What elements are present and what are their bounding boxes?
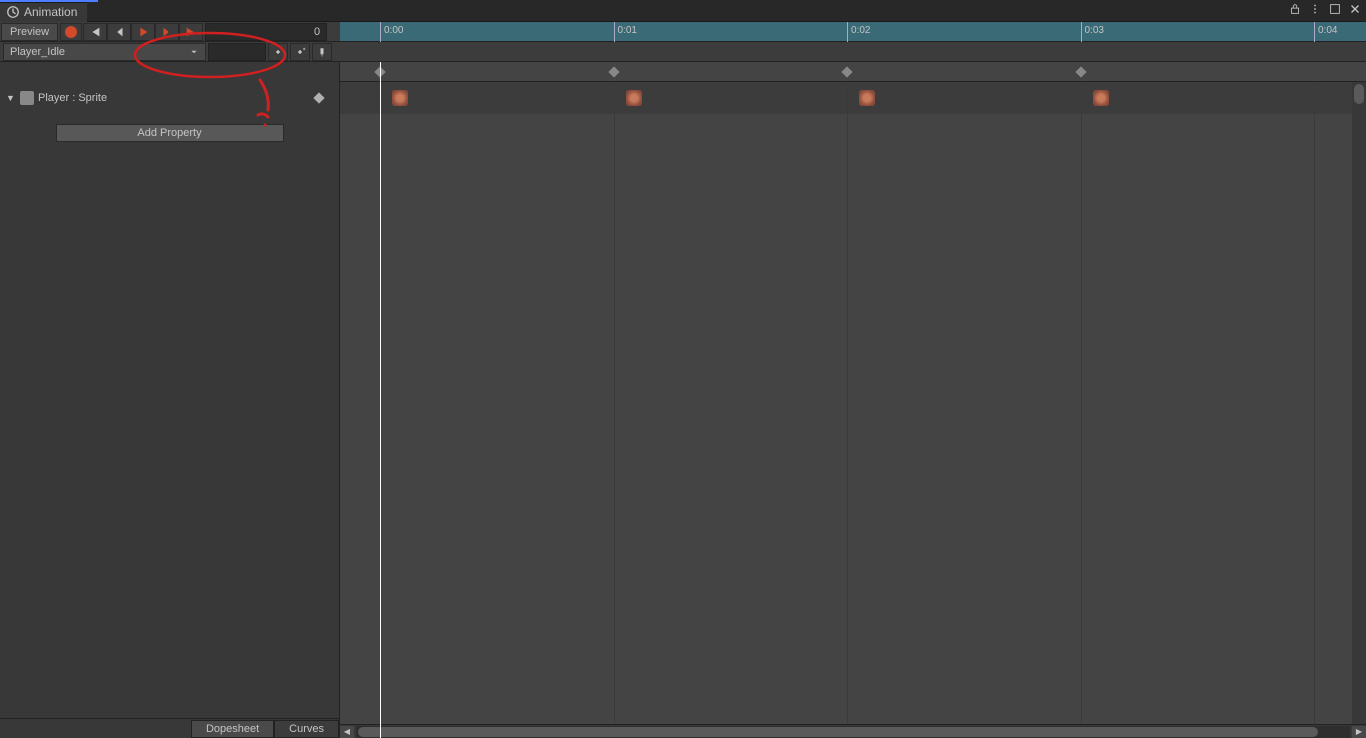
dopesheet-tab[interactable]: Dopesheet [191, 720, 274, 738]
frame-line [847, 82, 848, 114]
lock-icon[interactable] [1288, 2, 1302, 16]
property-panel: ▼ Player : Sprite Add Property Dopesheet… [0, 62, 340, 738]
window-controls [1288, 2, 1362, 16]
sprite-keyframe-thumb[interactable] [392, 90, 408, 106]
time-ruler[interactable]: 0:00 0:01 0:02 0:03 0:04 [340, 22, 1366, 42]
sprite-keyframe-track[interactable] [340, 82, 1366, 114]
track-area[interactable] [340, 114, 1366, 724]
tab-label: Animation [24, 5, 77, 19]
frame-line [1081, 114, 1082, 724]
scrollbar-track[interactable] [356, 726, 1350, 738]
keyframe-options-button[interactable] [268, 43, 288, 61]
sprite-thumbnail-icon [20, 91, 34, 105]
ruler-tick: 0:04 [1314, 22, 1337, 42]
add-property-button[interactable]: Add Property [56, 124, 284, 142]
property-label: Player : Sprite [38, 92, 107, 104]
ruler-tick: 0:03 [1081, 22, 1104, 42]
horizontal-scrollbar[interactable]: ◀ ▶ [340, 724, 1366, 738]
scroll-left-icon[interactable]: ◀ [340, 726, 354, 738]
ruler-tick: 0:02 [847, 22, 870, 42]
property-row-sprite[interactable]: ▼ Player : Sprite [0, 84, 339, 112]
ruler-tick: 0:01 [614, 22, 637, 42]
keyframe-diamond[interactable] [1075, 66, 1086, 77]
sprite-keyframe-thumb[interactable] [626, 90, 642, 106]
frame-line [1314, 114, 1315, 724]
last-frame-button[interactable] [179, 23, 203, 41]
frame-line [1081, 82, 1082, 114]
master-keyframe-track[interactable] [340, 62, 1366, 82]
dopesheet-label: Dopesheet [206, 723, 259, 735]
tab-active-indicator [0, 0, 98, 2]
ruler-tick: 0:00 [380, 22, 403, 42]
sample-field[interactable] [208, 43, 266, 61]
tab-bar: Animation [0, 0, 1366, 22]
event-track[interactable] [340, 42, 1366, 62]
add-keyframe-button[interactable] [290, 43, 310, 61]
clip-toolbar: Player_Idle [0, 42, 340, 62]
maximize-icon[interactable] [1328, 2, 1342, 16]
expand-arrow-icon[interactable]: ▼ [6, 93, 16, 103]
preview-button[interactable]: Preview [1, 23, 58, 41]
current-frame-field[interactable]: 0 [205, 23, 327, 41]
clip-dropdown[interactable]: Player_Idle [3, 43, 206, 61]
add-event-button[interactable] [312, 43, 332, 61]
record-icon [65, 26, 77, 38]
frame-line [1314, 82, 1315, 114]
record-button[interactable] [60, 23, 82, 41]
sprite-keyframe-thumb[interactable] [859, 90, 875, 106]
curves-tab[interactable]: Curves [274, 720, 339, 738]
scroll-right-icon[interactable]: ▶ [1352, 726, 1366, 738]
scrollbar-thumb[interactable] [358, 727, 1318, 737]
frame-value: 0 [314, 26, 320, 38]
main-area: ▼ Player : Sprite Add Property Dopesheet… [0, 62, 1366, 738]
play-button[interactable] [131, 23, 155, 41]
close-icon[interactable] [1348, 2, 1362, 16]
keyframe-diamond[interactable] [841, 66, 852, 77]
timeline-panel: ◀ ▶ [340, 62, 1366, 738]
transport-toolbar: Preview 0 [0, 22, 340, 42]
playhead[interactable] [380, 62, 381, 738]
curves-label: Curves [289, 723, 324, 735]
keyframe-indicator-icon[interactable] [313, 92, 324, 103]
preview-label: Preview [10, 26, 49, 38]
add-property-label: Add Property [137, 127, 201, 139]
clip-name: Player_Idle [10, 46, 65, 58]
next-frame-button[interactable] [155, 23, 179, 41]
frame-line [847, 114, 848, 724]
vscrollbar-thumb[interactable] [1354, 84, 1364, 104]
bottom-tabs: Dopesheet Curves [0, 718, 339, 738]
first-frame-button[interactable] [83, 23, 107, 41]
animation-tab[interactable]: Animation [0, 2, 87, 22]
vertical-scrollbar[interactable] [1352, 82, 1366, 724]
sprite-keyframe-thumb[interactable] [1093, 90, 1109, 106]
prev-frame-button[interactable] [107, 23, 131, 41]
frame-line [614, 82, 615, 114]
keyframe-diamond[interactable] [608, 66, 619, 77]
clock-icon [6, 5, 20, 19]
chevron-down-icon [189, 47, 199, 57]
property-list: ▼ Player : Sprite Add Property [0, 62, 339, 718]
menu-icon[interactable] [1308, 2, 1322, 16]
frame-line [614, 114, 615, 724]
